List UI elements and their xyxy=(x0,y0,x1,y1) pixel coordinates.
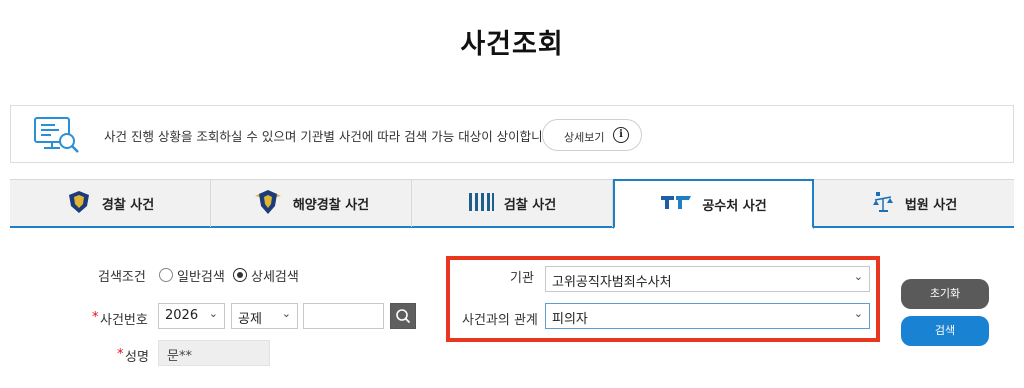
reset-button[interactable]: 초기화 xyxy=(901,279,989,309)
case-number-label: 사건번호 xyxy=(100,313,148,328)
search-button[interactable]: 검색 xyxy=(901,316,989,346)
agency-tab-bar: 경찰 사건 해양경찰 사건 검찰 사건 공수처 사건 법원 사건 xyxy=(10,179,1014,229)
radio-general-search-label: 일반검색 xyxy=(177,270,225,285)
coast-guard-badge-icon xyxy=(253,188,283,220)
case-number-input[interactable] xyxy=(303,303,384,329)
info-icon: i xyxy=(613,127,629,143)
police-badge-icon xyxy=(66,189,92,219)
radio-general-search[interactable] xyxy=(159,268,173,282)
search-icon xyxy=(391,309,415,332)
tab-prosecution-label: 검찰 사건 xyxy=(503,198,557,213)
prosecution-bars-icon xyxy=(468,191,494,217)
case-type-select[interactable]: 공제 ⌄ xyxy=(231,303,298,329)
detail-view-button[interactable]: 상세보기 i xyxy=(542,119,642,151)
tab-police-label: 경찰 사건 xyxy=(101,198,155,213)
tab-prosecution[interactable]: 검찰 사건 xyxy=(412,180,613,227)
chevron-down-icon: ⌄ xyxy=(281,307,291,320)
required-mark: * xyxy=(92,310,99,325)
highlight-box xyxy=(446,256,880,342)
chevron-down-icon: ⌄ xyxy=(208,307,218,320)
required-mark: * xyxy=(117,347,124,362)
radio-detail-search-label: 상세검색 xyxy=(251,270,299,285)
detail-view-label: 상세보기 xyxy=(564,131,605,144)
tab-court[interactable]: 법원 사건 xyxy=(814,180,1014,227)
court-scales-icon xyxy=(871,190,895,218)
case-year-value: 2026 xyxy=(165,308,199,323)
case-type-value: 공제 xyxy=(238,312,262,327)
name-label: 성명 xyxy=(125,350,149,365)
search-condition-label: 검색조건 xyxy=(98,270,146,285)
monitor-search-icon xyxy=(33,115,81,155)
tab-cio-label: 공수처 사건 xyxy=(702,198,767,214)
tab-cio[interactable]: 공수처 사건 xyxy=(613,179,814,229)
radio-detail-search[interactable] xyxy=(233,268,247,282)
case-search-button[interactable] xyxy=(390,303,416,329)
cio-logo-icon xyxy=(660,193,692,215)
notice-text: 사건 진행 상황을 조회하실 수 있으며 기관별 사건에 따라 검색 가능 대상… xyxy=(104,129,559,144)
notice-box: 사건 진행 상황을 조회하실 수 있으며 기관별 사건에 따라 검색 가능 대상… xyxy=(10,105,1014,163)
tab-police[interactable]: 경찰 사건 xyxy=(10,180,211,227)
name-field: 문** xyxy=(158,340,270,366)
tab-coast-guard-label: 해양경찰 사건 xyxy=(292,198,370,213)
case-year-select[interactable]: 2026 ⌄ xyxy=(158,303,225,329)
page-title: 사건조회 xyxy=(460,29,564,60)
tab-coast-guard[interactable]: 해양경찰 사건 xyxy=(211,180,412,227)
tab-court-label: 법원 사건 xyxy=(904,198,958,213)
